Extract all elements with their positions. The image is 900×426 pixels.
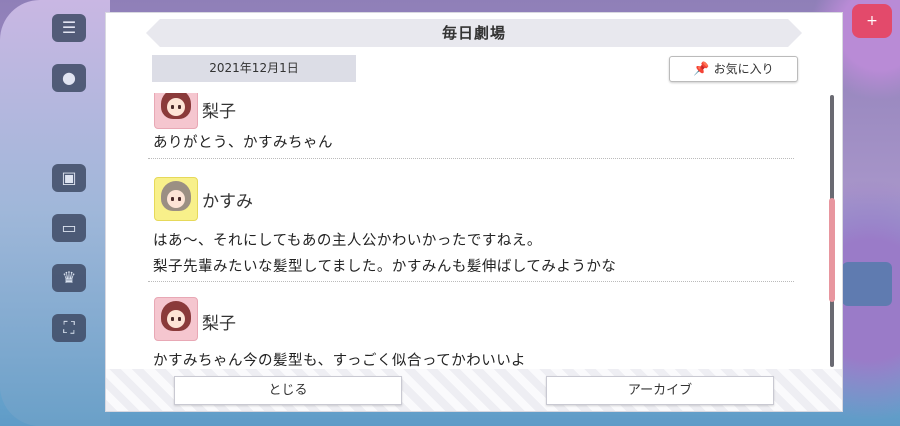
dialog-title: 毎日劇場 — [146, 19, 802, 47]
pin-icon: 📌 — [693, 62, 710, 77]
dialogue-line: ありがとう、かすみちゃん — [153, 135, 333, 151]
daily-theater-dialog: 毎日劇場 2021年12月1日 📌 お気に入り 梨子 ありがとう、かすみちゃん か… — [105, 12, 843, 412]
dialogue-line: 梨子先輩みたいな髪型してました。かすみんも髪伸ばしてみようかな — [153, 259, 617, 275]
speaker-name: かすみ — [202, 192, 253, 212]
menu-icon[interactable]: ☰ — [52, 14, 86, 42]
gift-icon[interactable]: ▣ — [52, 164, 86, 192]
entry-divider — [148, 281, 794, 282]
favorite-label: お気に入り — [713, 62, 774, 76]
chat-icon[interactable]: ● — [52, 64, 86, 92]
speaker-name: 梨子 — [202, 102, 236, 122]
scrollbar-thumb[interactable] — [829, 198, 835, 302]
conversation-log[interactable]: 梨子 ありがとう、かすみちゃん かすみ はあ〜、それにしてもあの主人公かわいかっ… — [144, 93, 796, 369]
side-panel-tab[interactable] — [842, 262, 892, 306]
date-label: 2021年12月1日 — [152, 55, 356, 82]
riko-avatar — [154, 93, 198, 129]
favorite-button[interactable]: 📌 お気に入り — [669, 56, 798, 82]
trophy-icon[interactable]: ♛ — [52, 264, 86, 292]
dialogue-line: かすみちゃん今の髪型も、すっごく似合ってかわいいよ — [153, 353, 526, 369]
dialog-footer: とじる アーカイブ — [106, 369, 842, 411]
display-icon[interactable]: ▭ — [52, 214, 86, 242]
archive-button[interactable]: アーカイブ — [546, 376, 774, 405]
dialogue-line: はあ〜、それにしてもあの主人公かわいかったですねえ。 — [153, 233, 542, 249]
fullscreen-icon[interactable]: ⛶ — [52, 314, 86, 342]
speaker-name: 梨子 — [202, 314, 236, 334]
riko-avatar — [154, 297, 198, 341]
notification-badge-icon[interactable]: + — [852, 4, 892, 38]
close-button[interactable]: とじる — [174, 376, 402, 405]
entry-divider — [148, 158, 794, 159]
kasumi-avatar — [154, 177, 198, 221]
